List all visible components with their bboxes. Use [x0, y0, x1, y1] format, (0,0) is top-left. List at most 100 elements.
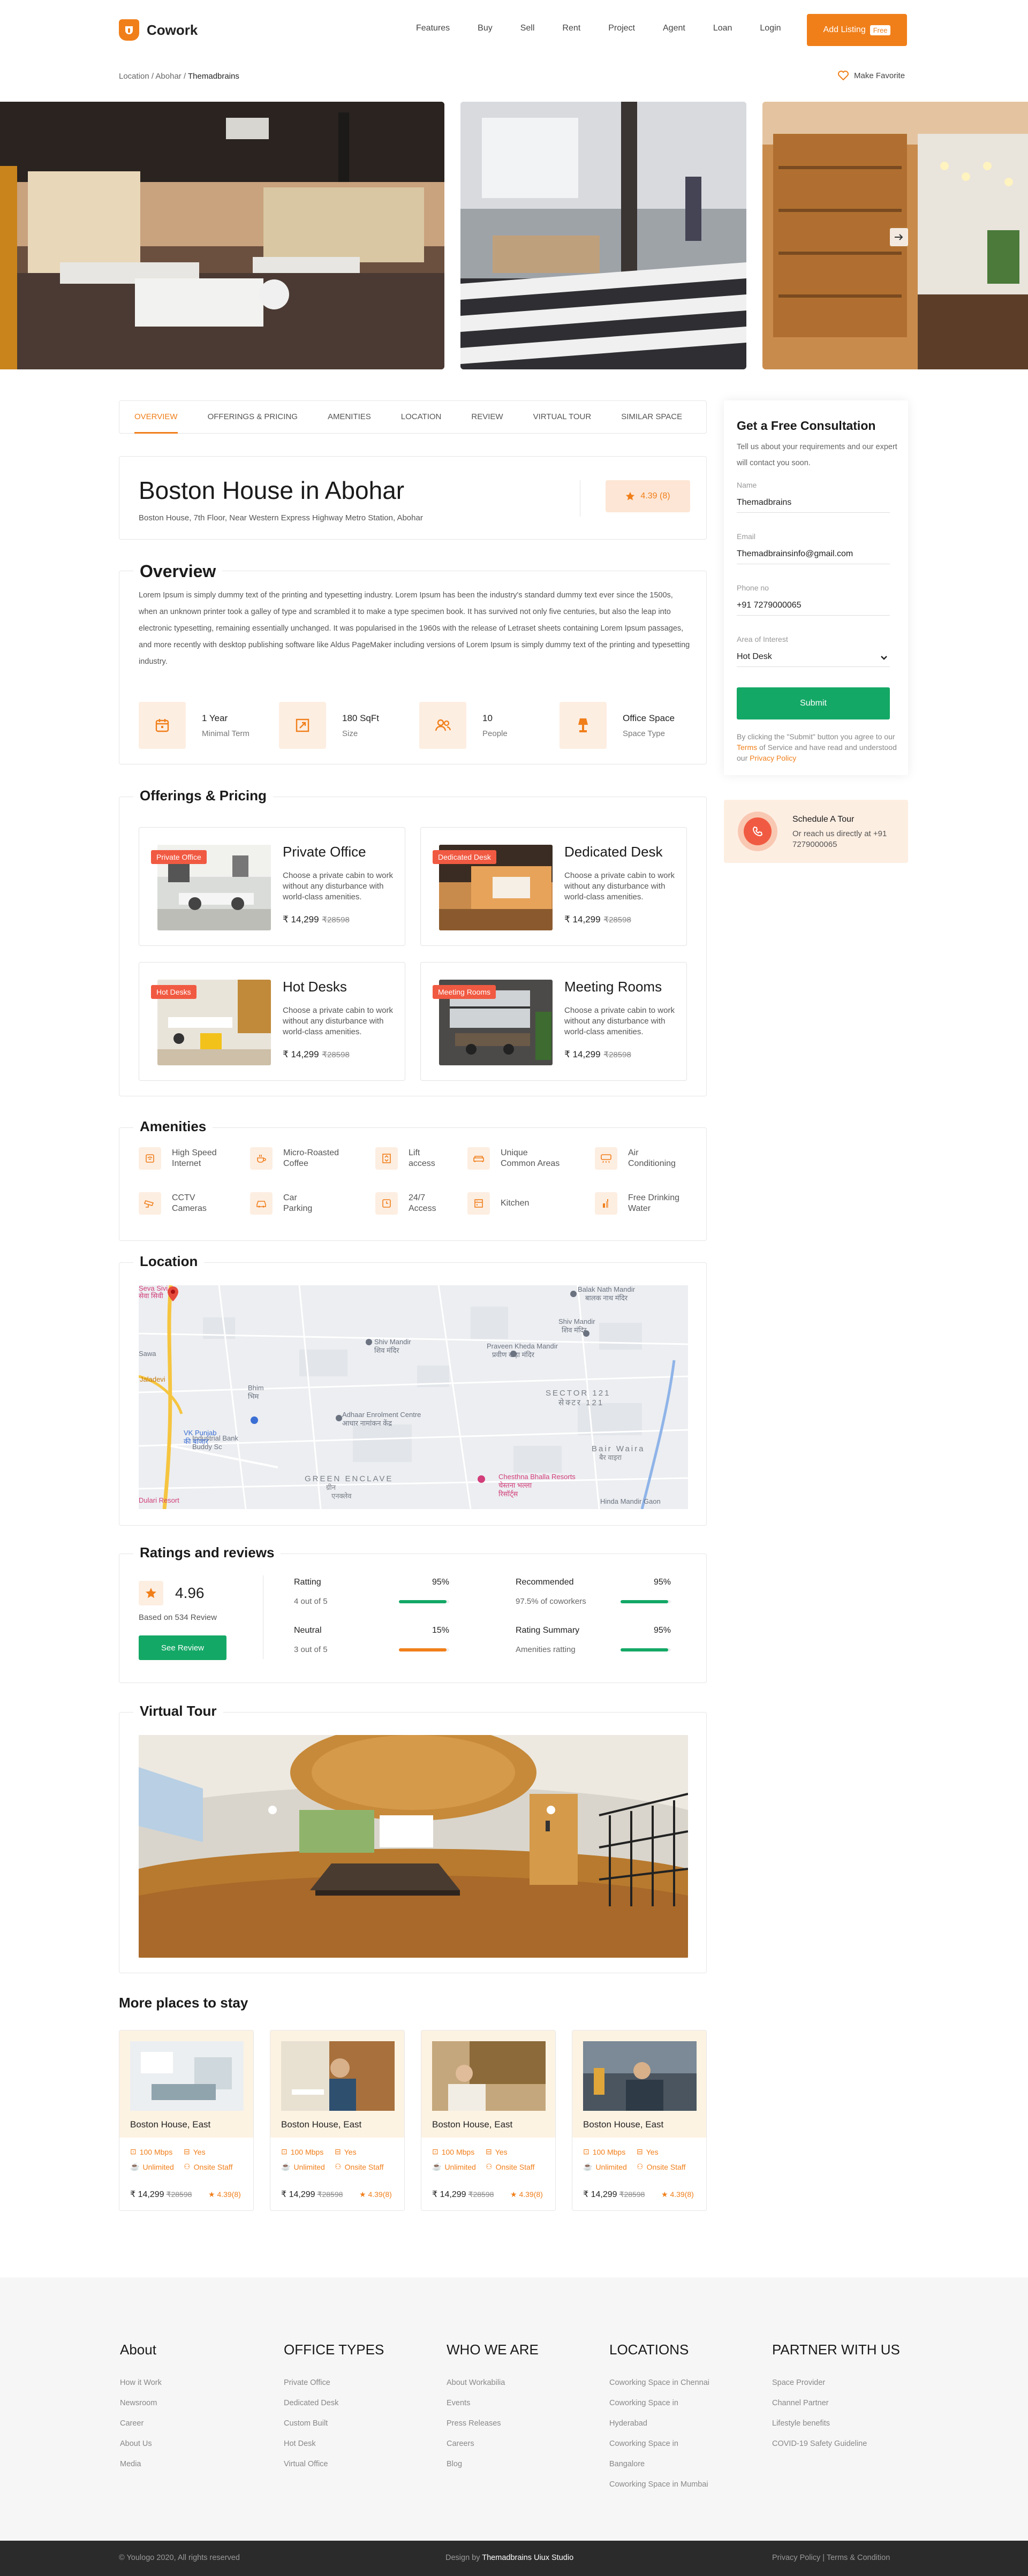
breadcrumb-location[interactable]: Location	[119, 72, 149, 81]
amenity-label: Unique	[501, 1148, 528, 1157]
amenities-section: Amenities High Speed Internet Micro-Roast…	[119, 1118, 707, 1241]
add-listing-button[interactable]: Add Listing Free	[807, 14, 907, 46]
privacy-policy-link[interactable]: Privacy Policy	[750, 754, 796, 762]
tab-virtual-tour[interactable]: VIRTUAL TOUR	[533, 400, 592, 434]
tab-offerings[interactable]: OFFERINGS & PRICING	[208, 400, 298, 434]
legal-links: Privacy Policy | Terms & Condition	[772, 2554, 890, 2562]
price-old: ₹28598	[322, 1050, 350, 1059]
submit-button[interactable]: Submit	[737, 687, 890, 719]
nav-sell[interactable]: Sell	[520, 24, 535, 33]
footer-link[interactable]: Coworking Space in	[609, 2439, 722, 2448]
place-card[interactable]: Boston House, East ⊡ 100 Mbps ⊟ Yes ☕ Unlimite…	[119, 2030, 254, 2211]
price-value: ₹ 14,299	[281, 2190, 315, 2199]
gallery-next-button[interactable]	[890, 228, 908, 246]
footer-link[interactable]: Hot Desk	[284, 2439, 396, 2448]
map-label: सेक्टर 121	[558, 1398, 604, 1407]
email-field[interactable]: Email Themadbrainsinfo@gmail.com	[737, 532, 890, 564]
footer-link[interactable]: Dedicated Desk	[284, 2399, 396, 2407]
footer-link[interactable]: COVID-19 Safety Guideline	[772, 2439, 885, 2448]
breadcrumb-current: Themadbrains	[188, 72, 239, 81]
footer-link[interactable]: About Workabilia	[447, 2378, 559, 2387]
location-map[interactable]: Balak Nath Mandir बालक नाथ मंदिर Shiv Ma…	[139, 1285, 688, 1509]
footer-link[interactable]: Virtual Office	[284, 2460, 396, 2468]
nav-project[interactable]: Project	[608, 24, 635, 33]
nav-features[interactable]: Features	[416, 24, 450, 33]
gallery-photo-main[interactable]	[0, 102, 444, 369]
footer-link[interactable]: Hyderabad	[609, 2419, 722, 2428]
nav-agent[interactable]: Agent	[663, 24, 685, 33]
price-old: ₹28598	[166, 2190, 192, 2199]
footer-link[interactable]: Press Releases	[447, 2419, 559, 2428]
footer-link[interactable]: Career	[120, 2419, 232, 2428]
field-label: Area of Interest	[737, 635, 788, 643]
person-icon: ⚇	[637, 2162, 644, 2171]
area-of-interest-select[interactable]: Area of Interest Hot Desk	[737, 635, 890, 667]
name-field[interactable]: Name Themadbrains	[737, 481, 890, 513]
footer-link[interactable]: Lifestyle benefits	[772, 2419, 885, 2428]
place-price: ₹ 14,299 ₹28598	[281, 2189, 343, 2200]
virtual-tour-viewer[interactable]	[139, 1735, 688, 1958]
tab-review[interactable]: REVIEW	[471, 400, 503, 434]
clock-icon	[375, 1192, 398, 1215]
amenity-label: Coffee	[283, 1159, 308, 1168]
brand-logo[interactable]: Cowork	[119, 19, 198, 41]
footer-link[interactable]: Channel Partner	[772, 2399, 885, 2407]
tab-similar-space[interactable]: SIMILAR SPACE	[621, 400, 682, 434]
property-address: Boston House, 7th Floor, Near Western Ex…	[139, 513, 423, 522]
footer-link[interactable]: Blog	[447, 2460, 559, 2468]
nav-rent[interactable]: Rent	[562, 24, 580, 33]
footer-link[interactable]: Coworking Space in Chennai	[609, 2378, 722, 2387]
place-staff: ⚇ Onsite Staff	[637, 2162, 685, 2171]
breadcrumb-abohar[interactable]: Abohar	[155, 72, 181, 81]
amenity-item: CCTV Cameras	[139, 1192, 241, 1215]
place-card[interactable]: Boston House, East ⊡ 100 Mbps ⊟ Yes ☕ Unlimite…	[270, 2030, 405, 2211]
tab-location[interactable]: LOCATION	[401, 400, 442, 434]
gallery-photo-third[interactable]	[762, 102, 1028, 369]
footer-link[interactable]: Custom Built	[284, 2419, 396, 2428]
footer-link[interactable]: Coworking Space in	[609, 2399, 722, 2407]
place-name: Boston House, East	[130, 2119, 211, 2130]
footer-link[interactable]: Newsroom	[120, 2399, 232, 2407]
place-card[interactable]: Boston House, East ⊡ 100 Mbps ⊟ Yes ☕ Unlimite…	[572, 2030, 707, 2211]
tab-overview[interactable]: OVERVIEW	[134, 400, 178, 434]
footer-link[interactable]: Events	[447, 2399, 559, 2407]
place-name: Boston House, East	[583, 2119, 664, 2130]
rating-row-label: Neutral	[294, 1626, 322, 1635]
property-rating[interactable]: 4.39 (8)	[606, 480, 690, 512]
footer-link[interactable]: Careers	[447, 2439, 559, 2448]
nav-loan[interactable]: Loan	[713, 24, 732, 33]
main-nav: Features Buy Sell Rent Project Agent Loa…	[416, 24, 809, 33]
footer-link[interactable]: Private Office	[284, 2378, 396, 2387]
gallery-photo-second[interactable]	[460, 102, 746, 369]
place-rating-value: 4.39(8)	[217, 2190, 241, 2199]
offering-card[interactable]: Private Office Private Office Choose a p…	[139, 827, 405, 946]
coffee-icon	[250, 1147, 273, 1170]
offering-card[interactable]: Dedicated Desk Dedicated Desk Choose a p…	[420, 827, 687, 946]
footer-link[interactable]: Space Provider	[772, 2378, 885, 2387]
nav-buy[interactable]: Buy	[478, 24, 493, 33]
lock-icon: ⊟	[335, 2147, 341, 2156]
person-icon: ⚇	[335, 2162, 342, 2171]
footer-link[interactable]: Bangalore	[609, 2460, 722, 2468]
footer-link[interactable]: Coworking Space in Mumbai	[609, 2480, 722, 2489]
coffee-icon: ☕	[130, 2162, 140, 2171]
logo-mark-icon	[119, 19, 139, 41]
tab-amenities[interactable]: AMENITIES	[328, 400, 371, 434]
footer-link[interactable]: Media	[120, 2460, 232, 2468]
footer-link[interactable]: About Us	[120, 2439, 232, 2448]
consultation-heading: Get a Free Consultation	[737, 419, 876, 433]
offering-card[interactable]: Meeting Rooms Meeting Rooms Choose a pri…	[420, 962, 687, 1081]
field-value: Themadbrains	[737, 498, 792, 507]
nav-login[interactable]: Login	[760, 24, 781, 33]
terms-link[interactable]: Terms	[737, 743, 757, 752]
terms-condition-link[interactable]: Terms & Condition	[827, 2554, 890, 2562]
phone-field[interactable]: Phone no +91 7279000065	[737, 584, 890, 616]
offering-card[interactable]: Hot Desks Hot Desks Choose a private cab…	[139, 962, 405, 1081]
privacy-policy-link[interactable]: Privacy Policy	[772, 2554, 820, 2562]
place-card[interactable]: Boston House, East ⊡ 100 Mbps ⊟ Yes ☕ Unlimite…	[421, 2030, 556, 2211]
amenity-label: Cameras	[172, 1204, 207, 1213]
schedule-tour-card[interactable]: Schedule A Tour Or reach us directly at …	[724, 800, 908, 863]
make-favorite-button[interactable]: Make Favorite	[838, 71, 905, 80]
footer-link[interactable]: How it Work	[120, 2378, 232, 2387]
see-review-button[interactable]: See Review	[139, 1635, 226, 1660]
